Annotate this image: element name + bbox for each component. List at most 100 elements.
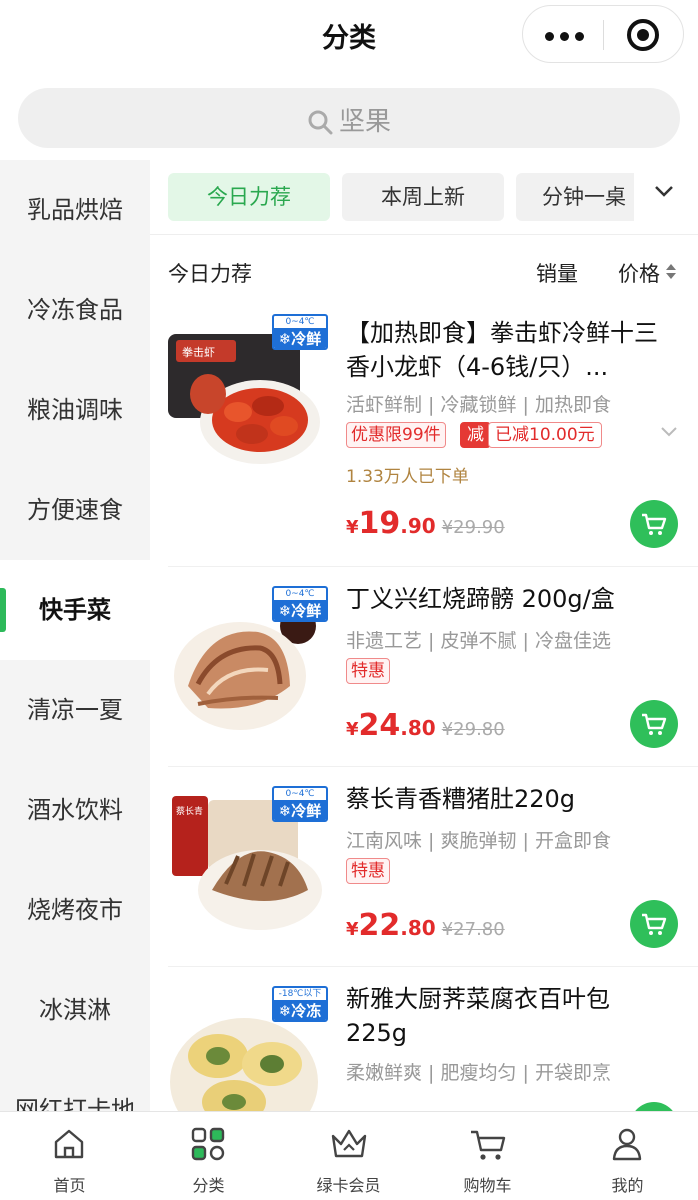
nav-label: 首页 <box>53 1176 86 1195</box>
more-icon[interactable] <box>545 32 585 41</box>
nav-mine[interactable]: 我的 <box>558 1112 697 1200</box>
sidebar-item-instant-food[interactable]: 方便速食 <box>0 460 150 560</box>
sidebar-item-drinks[interactable]: 酒水饮料 <box>0 760 150 860</box>
sidebar-item-internet-famous[interactable]: 网红打卡地 <box>0 1060 150 1112</box>
badge-kind: ❄冷鲜 <box>274 800 326 820</box>
badge-temp: -18℃以下 <box>278 989 322 999</box>
product-name[interactable]: 新雅大厨荠菜腐衣百叶包 225g <box>346 982 676 1050</box>
price-currency: ¥ <box>346 919 359 940</box>
chilled-badge: 0~4℃ ❄冷鲜 <box>272 786 328 822</box>
discount-tag: 减 <box>460 422 491 448</box>
thumb-brand-text: 蔡长青 <box>176 805 203 817</box>
user-icon <box>612 1128 642 1161</box>
bottom-tab-bar: 首页 分类 绿卡会员 购物车 我的 <box>0 1111 698 1200</box>
cart-icon <box>642 913 667 935</box>
search-inner: 坚果 <box>18 101 680 138</box>
product-card[interactable]: 蔡长青 0~4℃ ❄冷鲜 蔡长青香糟猪肚220g 江南风味 | 爽脆弹韧 | 开… <box>150 766 698 966</box>
card-divider <box>168 566 698 567</box>
badge-kind: ❄冷鲜 <box>274 600 326 620</box>
sidebar-item-summer[interactable]: 清凉一夏 <box>0 660 150 760</box>
chilled-badge: 0~4℃ ❄冷鲜 <box>272 586 328 622</box>
sidebar-item-frozen-food[interactable]: 冷冻食品 <box>0 260 150 360</box>
badge-temp: 0~4℃ <box>285 317 315 327</box>
nav-home[interactable]: 首页 <box>0 1112 139 1200</box>
nav-label: 我的 <box>611 1176 644 1195</box>
nav-label: 分类 <box>192 1176 225 1195</box>
product-name[interactable]: 【加热即食】拳击虾冷鲜十三香小龙虾（4-6钱/只）... <box>346 316 676 384</box>
add-to-cart-button[interactable] <box>630 700 678 748</box>
badge-kind: ❄冷冻 <box>274 1000 326 1020</box>
original-price: ¥29.80 <box>441 719 505 740</box>
category-sidebar: 乳品烘焙 冷冻食品 粮油调味 方便速食 快手菜 清凉一夏 酒水饮料 烧烤夜市 冰… <box>0 160 150 1112</box>
sort-by-sales[interactable]: 销量 <box>536 258 578 288</box>
price-integer: 22 <box>358 908 401 943</box>
price-currency: ¥ <box>346 517 359 538</box>
sidebar-item-grain-oil[interactable]: 粮油调味 <box>0 360 150 460</box>
search-icon <box>308 110 333 135</box>
sidebar-item-quick-dishes[interactable]: 快手菜 <box>0 560 150 660</box>
capsule-divider <box>603 20 604 50</box>
tab-minute-meal[interactable]: 分钟一桌 <box>516 173 646 221</box>
tab-new-this-week[interactable]: 本周上新 <box>342 173 504 221</box>
price: ¥24.80 ¥29.80 <box>346 708 505 743</box>
product-name[interactable]: 丁义兴红烧蹄髈 200g/盒 <box>346 582 676 616</box>
tab-expand-area[interactable] <box>634 160 698 236</box>
price: ¥19.90 ¥29.90 <box>346 506 505 541</box>
category-icon <box>191 1127 225 1161</box>
nav-category[interactable]: 分类 <box>139 1112 278 1200</box>
chevron-down-icon[interactable] <box>660 426 678 438</box>
chevron-down-icon <box>655 186 673 197</box>
sidebar-item-ice-cream[interactable]: 冰淇淋 <box>0 960 150 1060</box>
card-divider <box>168 966 698 967</box>
close-miniprogram-icon[interactable] <box>627 19 659 51</box>
section-title: 今日力荐 <box>168 262 252 286</box>
tabs-divider <box>150 234 698 235</box>
original-price: ¥29.90 <box>441 517 505 538</box>
search-bar[interactable]: 坚果 <box>18 88 680 148</box>
card-divider <box>168 766 698 767</box>
limit-tag: 优惠限99件 <box>346 422 446 448</box>
badge-temp: 0~4℃ <box>285 589 315 599</box>
price-integer: 24 <box>358 708 401 743</box>
product-desc: 非遗工艺 | 皮弹不腻 | 冷盘佳选 <box>346 630 611 652</box>
product-card[interactable]: 拳击虾 0~4℃ ❄冷鲜 【加热即食】拳击虾冷鲜十三香小龙虾（4-6钱/只）..… <box>150 308 698 548</box>
product-list: 拳击虾 0~4℃ ❄冷鲜 【加热即食】拳击虾冷鲜十三香小龙虾（4-6钱/只）..… <box>150 308 698 1112</box>
reduced-amount-tag: 已减10.00元 <box>488 422 602 448</box>
price-decimal: .90 <box>400 514 436 538</box>
app: 分类 坚果 乳品烘焙 冷冻食品 粮油调味 方便速食 快手菜 清凉一夏 酒水饮料 … <box>0 0 698 1200</box>
price-decimal: .80 <box>400 716 436 740</box>
nav-label: 绿卡会员 <box>316 1176 381 1195</box>
sort-arrows-icon[interactable] <box>666 264 678 282</box>
badge-kind: ❄冷鲜 <box>274 328 326 348</box>
nav-label: 购物车 <box>463 1176 512 1195</box>
add-to-cart-button[interactable] <box>630 900 678 948</box>
product-desc: 活虾鲜制 | 冷藏锁鲜 | 加热即食 <box>346 394 611 416</box>
sold-count: 1.33万人已下单 <box>346 467 469 487</box>
tab-today-recommend[interactable]: 今日力荐 <box>168 173 330 221</box>
cart-icon <box>471 1130 506 1160</box>
search-placeholder: 坚果 <box>338 107 391 137</box>
chilled-badge: 0~4℃ ❄冷鲜 <box>272 314 328 350</box>
sort-by-price[interactable]: 价格 <box>618 258 660 288</box>
cart-icon <box>642 513 667 535</box>
thumb-brand-text: 拳击虾 <box>182 345 215 359</box>
cart-icon <box>642 713 667 735</box>
home-icon <box>54 1129 84 1159</box>
price: ¥22.80 ¥27.80 <box>346 908 505 943</box>
product-name[interactable]: 蔡长青香糟猪肚220g <box>346 782 676 816</box>
badge-temp: 0~4℃ <box>285 789 315 799</box>
add-to-cart-button[interactable] <box>630 500 678 548</box>
price-decimal: .80 <box>400 916 436 940</box>
price-currency: ¥ <box>346 719 359 740</box>
nav-member[interactable]: 绿卡会员 <box>279 1112 418 1200</box>
sidebar-item-bbq[interactable]: 烧烤夜市 <box>0 860 150 960</box>
product-card[interactable]: -18℃以下 ❄冷冻 新雅大厨荠菜腐衣百叶包 225g 柔嫩鲜爽 | 肥瘦均匀 … <box>150 966 698 1112</box>
title-bar: 分类 <box>0 0 698 72</box>
product-card[interactable]: 0~4℃ ❄冷鲜 丁义兴红烧蹄髈 200g/盒 非遗工艺 | 皮弹不腻 | 冷盘… <box>150 566 698 766</box>
nav-cart[interactable]: 购物车 <box>418 1112 557 1200</box>
sub-category-tabs: 今日力荐 本周上新 分钟一桌 <box>150 160 698 236</box>
sidebar-item-dairy-baking[interactable]: 乳品烘焙 <box>0 160 150 260</box>
frozen-badge: -18℃以下 ❄冷冻 <box>272 986 328 1022</box>
special-tag: 特惠 <box>346 858 390 884</box>
product-desc: 江南风味 | 爽脆弹韧 | 开盒即食 <box>346 830 611 852</box>
